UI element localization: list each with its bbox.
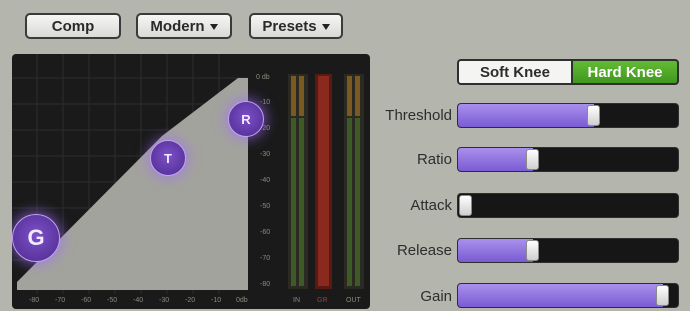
presets-dropdown-label: Presets [262, 17, 317, 35]
x-axis-label: -10 [211, 297, 222, 304]
chevron-down-icon [209, 23, 218, 30]
ratio-handle[interactable] [525, 149, 539, 170]
threshold-slider[interactable] [457, 103, 679, 128]
presets-dropdown[interactable]: Presets [249, 13, 343, 39]
attack-handle[interactable] [459, 195, 472, 216]
gain-knob[interactable]: G [12, 214, 60, 262]
x-axis-label: -50 [107, 297, 118, 304]
transfer-curve-area [17, 78, 248, 290]
ratio-label: Ratio [416, 151, 452, 168]
meter-label-out: OUT [346, 297, 361, 304]
attack-slider[interactable] [457, 193, 679, 218]
threshold-label: Threshold [385, 107, 452, 124]
mode-dropdown-label: Modern [150, 17, 205, 35]
comp-button[interactable]: Comp [25, 13, 121, 39]
db-scale-label: 0 db [256, 74, 270, 81]
attack-label: Attack [410, 197, 452, 214]
x-axis-label: -20 [185, 297, 196, 304]
gain-slider[interactable] [457, 283, 679, 308]
gain-fill [458, 284, 663, 307]
gain-label: Gain [420, 288, 452, 305]
x-axis-label: -40 [133, 297, 144, 304]
soft-knee-label: Soft Knee [479, 63, 550, 81]
x-axis-label: 0db [236, 297, 248, 304]
ratio-fill [458, 148, 533, 171]
db-scale-label: -50 [260, 203, 271, 210]
threshold-handle[interactable] [587, 105, 601, 126]
release-slider[interactable] [457, 238, 679, 263]
ratio-slider[interactable] [457, 147, 679, 172]
threshold-fill [458, 104, 595, 127]
chevron-down-icon [321, 23, 330, 30]
db-scale-label: -10 [260, 99, 271, 106]
hard-knee-button[interactable]: Hard Knee [571, 59, 679, 85]
comp-button-label: Comp [51, 17, 95, 35]
ratio-knob[interactable]: R [228, 101, 264, 137]
db-scale-label: -30 [260, 151, 271, 158]
release-handle[interactable] [525, 240, 539, 261]
release-fill [458, 239, 533, 262]
x-axis-label: -30 [159, 297, 170, 304]
meter-label-gr: GR [317, 297, 328, 304]
x-axis-label: -80 [29, 297, 40, 304]
transfer-curve-plot [12, 54, 364, 294]
gain-handle[interactable] [655, 285, 669, 306]
db-scale-label: -60 [260, 229, 271, 236]
threshold-knob[interactable]: T [150, 140, 186, 176]
meter-label-in: IN [293, 297, 300, 304]
db-scale-label: -70 [260, 255, 271, 262]
compressor-graph: 0 db -10 -20 -30 -40 -50 -60 -70 -80 -80… [12, 54, 370, 309]
soft-knee-button[interactable]: Soft Knee [457, 59, 571, 85]
hard-knee-label: Hard Knee [587, 63, 663, 81]
release-label: Release [396, 242, 452, 259]
x-axis-label: -60 [81, 297, 92, 304]
db-scale-label: -80 [260, 281, 271, 288]
mode-dropdown[interactable]: Modern [136, 13, 232, 39]
x-axis-label: -70 [55, 297, 66, 304]
db-scale-label: -40 [260, 177, 271, 184]
